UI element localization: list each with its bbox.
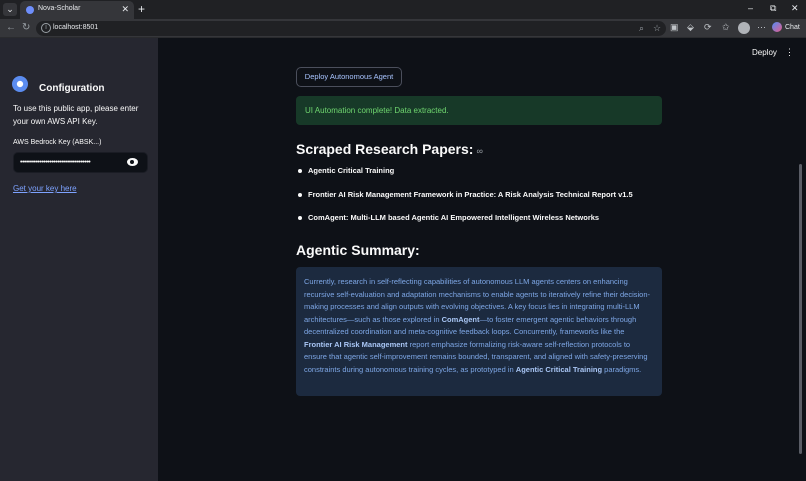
papers-heading: Scraped Research Papers: ∞: [296, 141, 483, 157]
chat-label: Chat: [785, 24, 800, 31]
sidebar-title: Configuration: [39, 83, 105, 94]
chat-logo-icon: [772, 22, 782, 33]
profile-avatar[interactable]: [738, 22, 750, 34]
reload-icon[interactable]: ↻: [22, 22, 30, 33]
summary-bold-comagent: ComAgent: [441, 314, 480, 324]
tab-strip: ⌄ Nova-Scholar ✕ + – ⧉ ✕: [0, 0, 806, 19]
list-item: Frontier AI Risk Management Framework in…: [296, 190, 696, 214]
deploy-button[interactable]: Deploy: [752, 48, 777, 57]
address-bar[interactable]: i localhost:8501 ⌕ ☆: [36, 21, 666, 36]
favorites-icon[interactable]: ✩: [722, 22, 730, 33]
back-icon[interactable]: ←: [6, 22, 16, 33]
anchor-link-icon[interactable]: ∞: [476, 146, 482, 156]
bookmark-star-icon[interactable]: ☆: [653, 23, 661, 34]
list-item: Agentic Critical Training: [296, 166, 696, 190]
summary-text-4: paradigms.: [602, 364, 642, 374]
gear-icon: [12, 76, 28, 92]
sidebar: Configuration To use this public app, pl…: [0, 38, 158, 481]
extensions-puzzle-icon[interactable]: ⬙: [687, 22, 694, 33]
main-content: Deploy ⋮ Deploy Autonomous Agent UI Auto…: [158, 38, 806, 481]
main-menu-icon[interactable]: ⋮: [785, 47, 794, 58]
success-alert: UI Automation complete! Data extracted.: [296, 96, 662, 125]
new-tab-icon[interactable]: +: [138, 2, 145, 16]
sidebar-description: To use this public app, please enter you…: [13, 104, 139, 126]
site-info-icon[interactable]: i: [41, 23, 51, 33]
summary-bold-act: Agentic Critical Training: [515, 364, 603, 374]
close-window-icon[interactable]: ✕: [791, 3, 799, 14]
summary-info-box: Currently, research in self-reflecting c…: [296, 267, 662, 396]
zoom-icon[interactable]: ⌕: [639, 23, 644, 34]
restore-icon[interactable]: ⧉: [770, 3, 776, 14]
browser-tab[interactable]: Nova-Scholar ✕: [20, 1, 134, 19]
papers-list: Agentic Critical Training Frontier AI Ri…: [296, 166, 696, 237]
api-key-label: AWS Bedrock Key (ABSK...): [13, 139, 102, 146]
api-key-value: ••••••••••••••••••••••••••••••••••••: [20, 159, 91, 166]
sync-icon[interactable]: ⟳: [704, 22, 712, 33]
api-key-input[interactable]: ••••••••••••••••••••••••••••••••••••: [13, 152, 148, 173]
tab-search-icon[interactable]: ⌄: [3, 3, 17, 16]
show-password-icon[interactable]: [127, 158, 138, 166]
url-text: localhost:8501: [53, 24, 99, 31]
summary-bold-frontier: Frontier AI Risk Management: [304, 339, 408, 349]
extension-icon[interactable]: ▣: [670, 22, 679, 33]
tab-title: Nova-Scholar: [38, 5, 81, 12]
minimize-icon[interactable]: –: [748, 3, 753, 13]
tab-close-icon[interactable]: ✕: [121, 4, 129, 15]
deploy-agent-button[interactable]: Deploy Autonomous Agent: [296, 67, 402, 87]
browser-window: ⌄ Nova-Scholar ✕ + – ⧉ ✕ ← ↻ i localhost…: [0, 0, 806, 481]
browser-toolbar: ← ↻ i localhost:8501 ⌕ ☆ ▣ ⬙ ⟳ ✩ ⋯ Chat: [0, 19, 806, 38]
papers-heading-text: Scraped Research Papers:: [296, 141, 474, 157]
more-menu-icon[interactable]: ⋯: [757, 22, 766, 33]
list-item: ComAgent: Multi-LLM based Agentic AI Emp…: [296, 213, 696, 237]
scrollbar[interactable]: [799, 164, 802, 454]
summary-heading: Agentic Summary:: [296, 242, 420, 258]
chat-button[interactable]: Chat: [772, 21, 800, 35]
get-key-link[interactable]: Get your key here: [13, 184, 77, 193]
favicon-icon: [26, 6, 34, 14]
